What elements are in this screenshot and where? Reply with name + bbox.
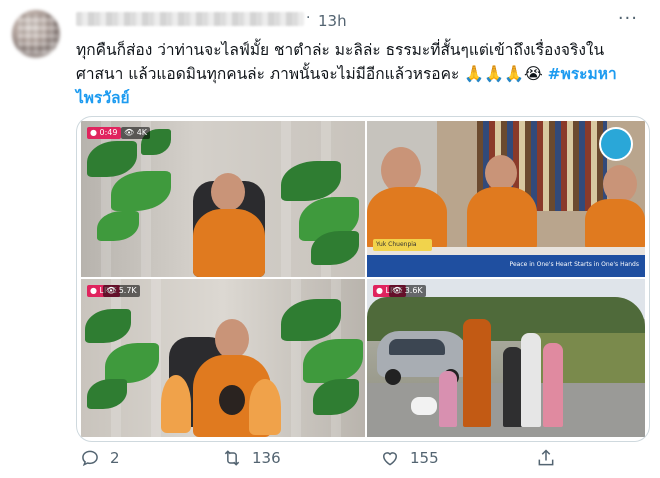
pray-crying-emoji: 🙏🙏🙏😭: [464, 64, 543, 83]
stream-banner: Peace in One's Heart Starts in One's Han…: [367, 255, 645, 277]
avatar[interactable]: [12, 10, 60, 58]
viewer-count: 👁 3.6K: [389, 285, 426, 297]
reply-count: 2: [110, 449, 120, 467]
tweet-timestamp[interactable]: 13h: [318, 12, 347, 30]
viewer-count: 👁 5.7K: [103, 285, 140, 297]
media-image-2[interactable]: Peace in One's Heart Starts in One's Han…: [367, 121, 645, 277]
tweet-actions: 2 136 155: [76, 448, 648, 472]
heart-icon: [382, 452, 398, 466]
like-button[interactable]: 155: [380, 448, 439, 468]
speaker-tag: Yuk Chuenpia: [373, 239, 432, 251]
retweet-count: 136: [252, 449, 281, 467]
reply-button[interactable]: 2: [80, 448, 120, 468]
like-count: 155: [410, 449, 439, 467]
media-grid[interactable]: ● 0:49 👁 4K Peace in One's Heart Starts …: [76, 116, 650, 442]
media-image-4[interactable]: ● LIVE 👁 3.6K: [367, 279, 645, 437]
viewer-count: 👁 4K: [121, 127, 151, 139]
author-name-blurred[interactable]: [76, 12, 304, 26]
retweet-button[interactable]: 136: [222, 448, 281, 468]
separator-dot: ·: [306, 10, 311, 26]
media-image-3[interactable]: ● LIVE 👁 5.7K: [81, 279, 365, 437]
share-button[interactable]: [536, 448, 556, 468]
more-options-icon[interactable]: ···: [618, 8, 638, 29]
live-badge: ● 0:49: [87, 127, 121, 139]
channel-logo-icon: [599, 127, 633, 161]
media-image-1[interactable]: ● 0:49 👁 4K: [81, 121, 365, 277]
tweet-text: ทุกคืนก็ส่อง ว่าท่านจะไลฟ์มั้ย ชาตำล่ะ ม…: [76, 38, 642, 110]
retweet-icon: [224, 450, 240, 466]
reply-icon: [82, 450, 98, 467]
share-icon: [538, 449, 554, 466]
